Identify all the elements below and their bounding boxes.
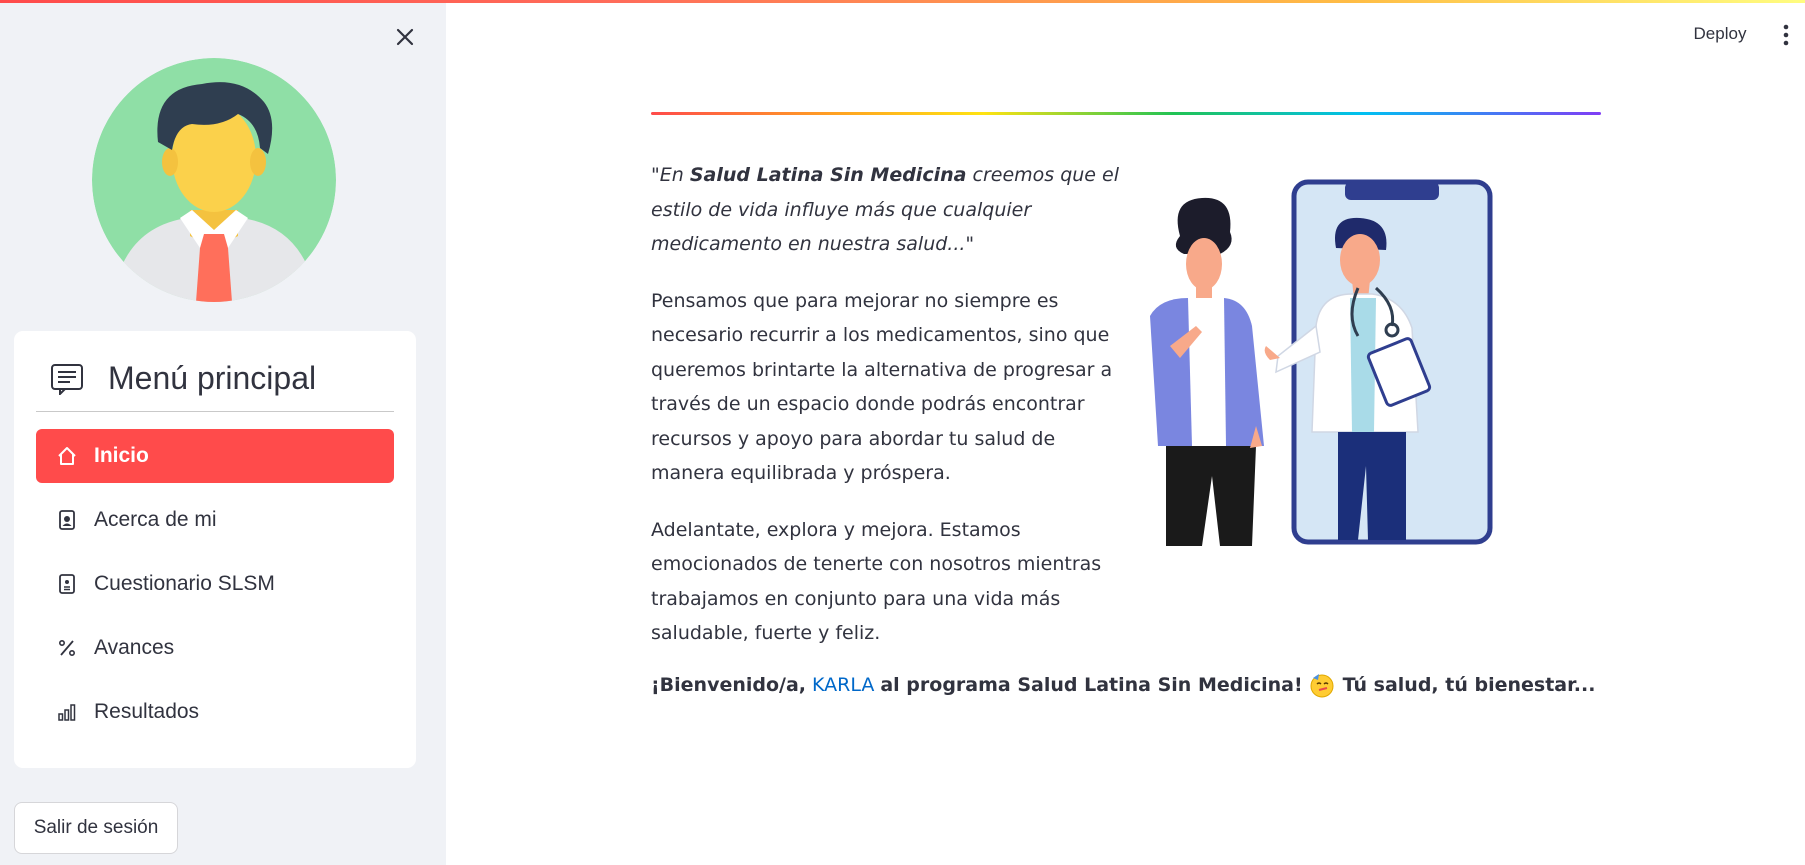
menu-header: Menú principal xyxy=(36,353,394,403)
sidebar-item-inicio[interactable]: Inicio xyxy=(36,429,394,483)
sidebar-item-label: Cuestionario SLSM xyxy=(94,572,275,595)
sidebar-item-resultados[interactable]: Resultados xyxy=(36,685,394,739)
sidebar-item-label: Inicio xyxy=(94,444,149,467)
kebab-menu-icon[interactable] xyxy=(1778,22,1794,48)
sidebar: Menú principal Inicio Acerca de mi Cuest… xyxy=(0,0,446,865)
percent-icon xyxy=(56,637,78,659)
intro-paragraph-1: Pensamos que para mejorar no siempre es … xyxy=(651,289,1113,485)
sidebar-item-cuestionario[interactable]: Cuestionario SLSM xyxy=(36,557,394,611)
rainbow-divider xyxy=(651,112,1601,115)
intro-paragraph-2: Adelantate, explora y mejora. Estamos em… xyxy=(651,518,1102,645)
quote-open: "En xyxy=(651,164,690,186)
intro-quote: "En Salud Latina Sin Medicina creemos qu… xyxy=(651,158,1121,262)
sidebar-item-label: Resultados xyxy=(94,700,200,723)
sidebar-item-label: Avances xyxy=(94,636,175,659)
deploy-button[interactable]: Deploy xyxy=(1680,18,1760,50)
welcome-prefix: ¡Bienvenido/a, xyxy=(651,674,807,696)
person-badge-icon xyxy=(56,509,78,531)
party-face-icon xyxy=(1309,672,1335,698)
main-menu: Menú principal Inicio Acerca de mi Cuest… xyxy=(14,331,416,768)
welcome-middle: al programa Salud Latina Sin Medicina! xyxy=(880,674,1303,696)
menu-divider xyxy=(36,411,394,412)
welcome-username: KARLA xyxy=(812,674,875,696)
user-avatar-icon xyxy=(92,58,336,302)
close-icon[interactable] xyxy=(391,23,419,51)
menu-title: Menú principal xyxy=(108,359,317,396)
doctor-phone-illustration xyxy=(1140,176,1520,546)
logout-button[interactable]: Salir de sesión xyxy=(14,802,178,854)
house-icon xyxy=(56,445,78,467)
card-text-icon xyxy=(50,361,84,397)
sidebar-item-avances[interactable]: Avances xyxy=(36,621,394,675)
clipboard-icon xyxy=(56,573,78,595)
intro-text: "En Salud Latina Sin Medicina creemos qu… xyxy=(651,158,1121,673)
welcome-message: ¡Bienvenido/a, KARLA al programa Salud L… xyxy=(651,672,1595,698)
welcome-suffix: Tú salud, tú bienestar... xyxy=(1342,674,1596,696)
quote-brand: Salud Latina Sin Medicina xyxy=(689,164,967,186)
bar-chart-icon xyxy=(56,701,78,723)
top-decoration-bar xyxy=(0,0,1805,3)
sidebar-item-label: Acerca de mi xyxy=(94,508,217,531)
sidebar-item-acerca[interactable]: Acerca de mi xyxy=(36,493,394,547)
